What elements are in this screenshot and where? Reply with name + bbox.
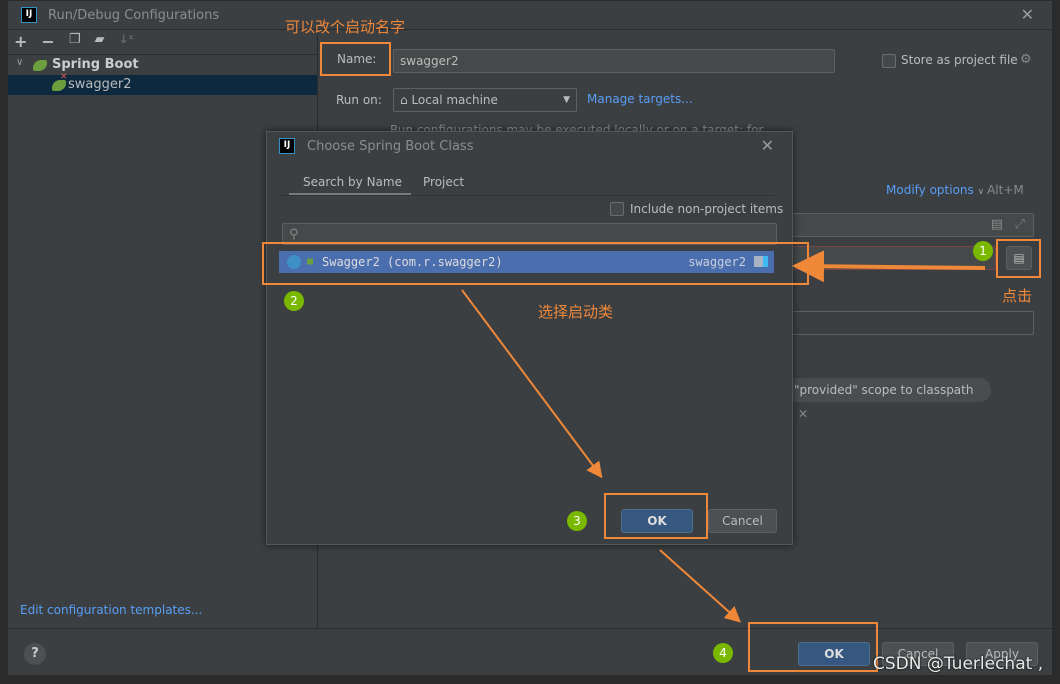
annotation-arrows [461,250,986,623]
arrow-2 [461,289,603,479]
arrow-3 [659,549,741,623]
arrow-1 [792,250,986,283]
watermark: CSDN @Tuerlechat , [873,654,1044,674]
